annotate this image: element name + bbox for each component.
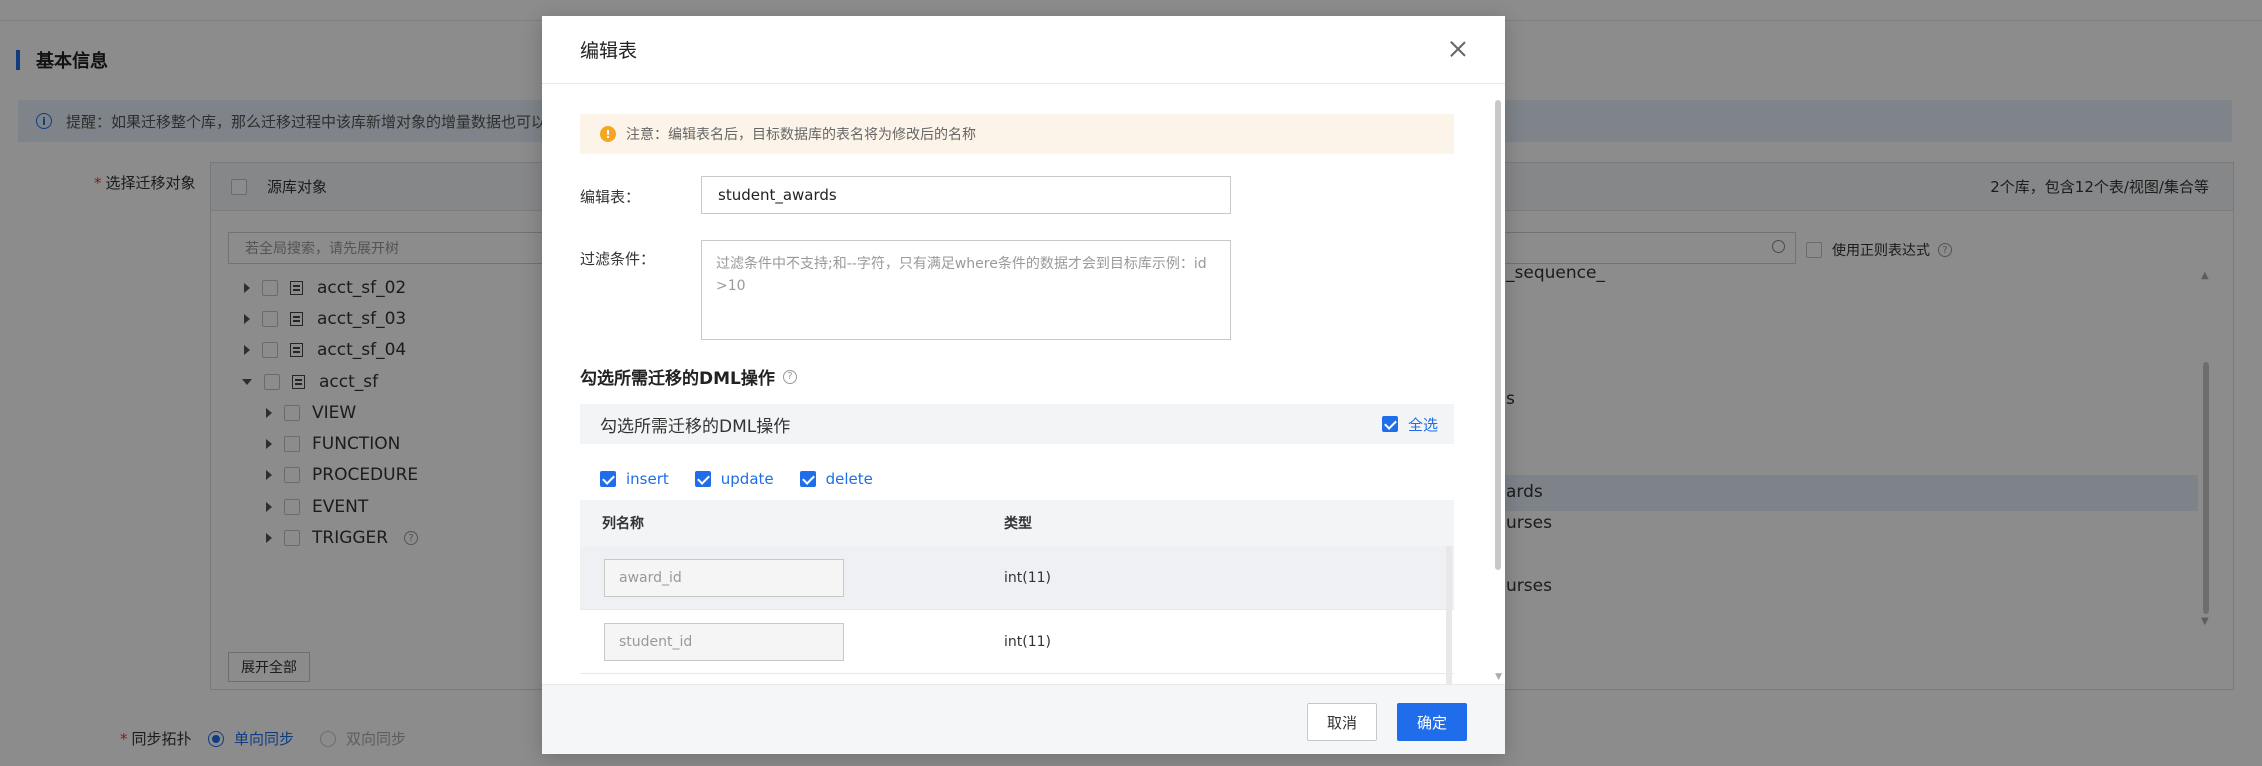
delete-label[interactable]: delete xyxy=(826,470,873,488)
select-all-dml[interactable]: 全选 xyxy=(1381,414,1438,435)
warning-text: 注意：编辑表名后，目标数据库的表名将为修改后的名称 xyxy=(626,127,976,143)
column-type: int(11) xyxy=(1004,569,1051,586)
scroll-down-icon[interactable]: ▼ xyxy=(1495,672,1502,682)
column-name-input[interactable]: award_id xyxy=(604,558,844,597)
select-all-checkbox[interactable] xyxy=(1381,416,1398,432)
update-option[interactable]: update xyxy=(694,470,774,488)
insert-checkbox[interactable] xyxy=(600,471,616,487)
dialog-title: 编辑表 xyxy=(580,40,638,62)
table-name-input[interactable]: student_awards xyxy=(701,176,1231,214)
delete-checkbox[interactable] xyxy=(799,471,816,487)
filter-label: 过滤条件： xyxy=(580,250,656,268)
column-name-input[interactable]: student_id xyxy=(604,622,844,661)
dml-box-title: 勾选所需迁移的DML操作 xyxy=(600,416,791,437)
select-all-label[interactable]: 全选 xyxy=(1408,414,1438,435)
close-icon[interactable] xyxy=(1447,38,1469,60)
dialog-header: 编辑表 xyxy=(542,16,1505,84)
column-table: 列名称 类型 award_id int(11) student_id int(1… xyxy=(580,500,1454,674)
table-row: award_id int(11) xyxy=(580,546,1454,610)
table-row: student_id int(11) xyxy=(580,610,1454,674)
delete-option[interactable]: delete xyxy=(799,470,873,488)
warning-banner: ! 注意：编辑表名后，目标数据库的表名将为修改后的名称 xyxy=(580,114,1454,154)
edit-table-dialog: 编辑表 ! 注意：编辑表名后，目标数据库的表名将为修改后的名称 编辑表： stu… xyxy=(542,16,1505,754)
help-icon[interactable]: ? xyxy=(782,369,797,384)
warning-icon: ! xyxy=(600,126,616,142)
dialog-footer: 取消 确定 xyxy=(542,684,1505,754)
column-name-header: 列名称 xyxy=(602,516,644,532)
filter-textarea[interactable]: 过滤条件中不支持;和--字符，只有满足where条件的数据才会到目标库示例：id… xyxy=(701,240,1231,340)
dialog-scrollbar[interactable] xyxy=(1495,100,1501,570)
dml-section-title: 勾选所需迁移的DML操作 ? xyxy=(580,364,797,389)
update-checkbox[interactable] xyxy=(694,471,711,487)
table-scroll-track[interactable] xyxy=(1446,546,1452,688)
insert-label[interactable]: insert xyxy=(626,470,669,488)
update-label[interactable]: update xyxy=(721,470,774,488)
dml-box-header: 勾选所需迁移的DML操作 全选 xyxy=(580,404,1454,444)
edit-table-label: 编辑表： xyxy=(580,188,641,206)
dml-operations: insert update delete xyxy=(600,470,899,488)
column-type: int(11) xyxy=(1004,633,1051,650)
cancel-button[interactable]: 取消 xyxy=(1307,703,1377,741)
confirm-button[interactable]: 确定 xyxy=(1397,703,1467,741)
column-table-header: 列名称 类型 xyxy=(580,500,1454,546)
insert-option[interactable]: insert xyxy=(600,470,669,488)
column-type-header: 类型 xyxy=(1004,516,1032,532)
